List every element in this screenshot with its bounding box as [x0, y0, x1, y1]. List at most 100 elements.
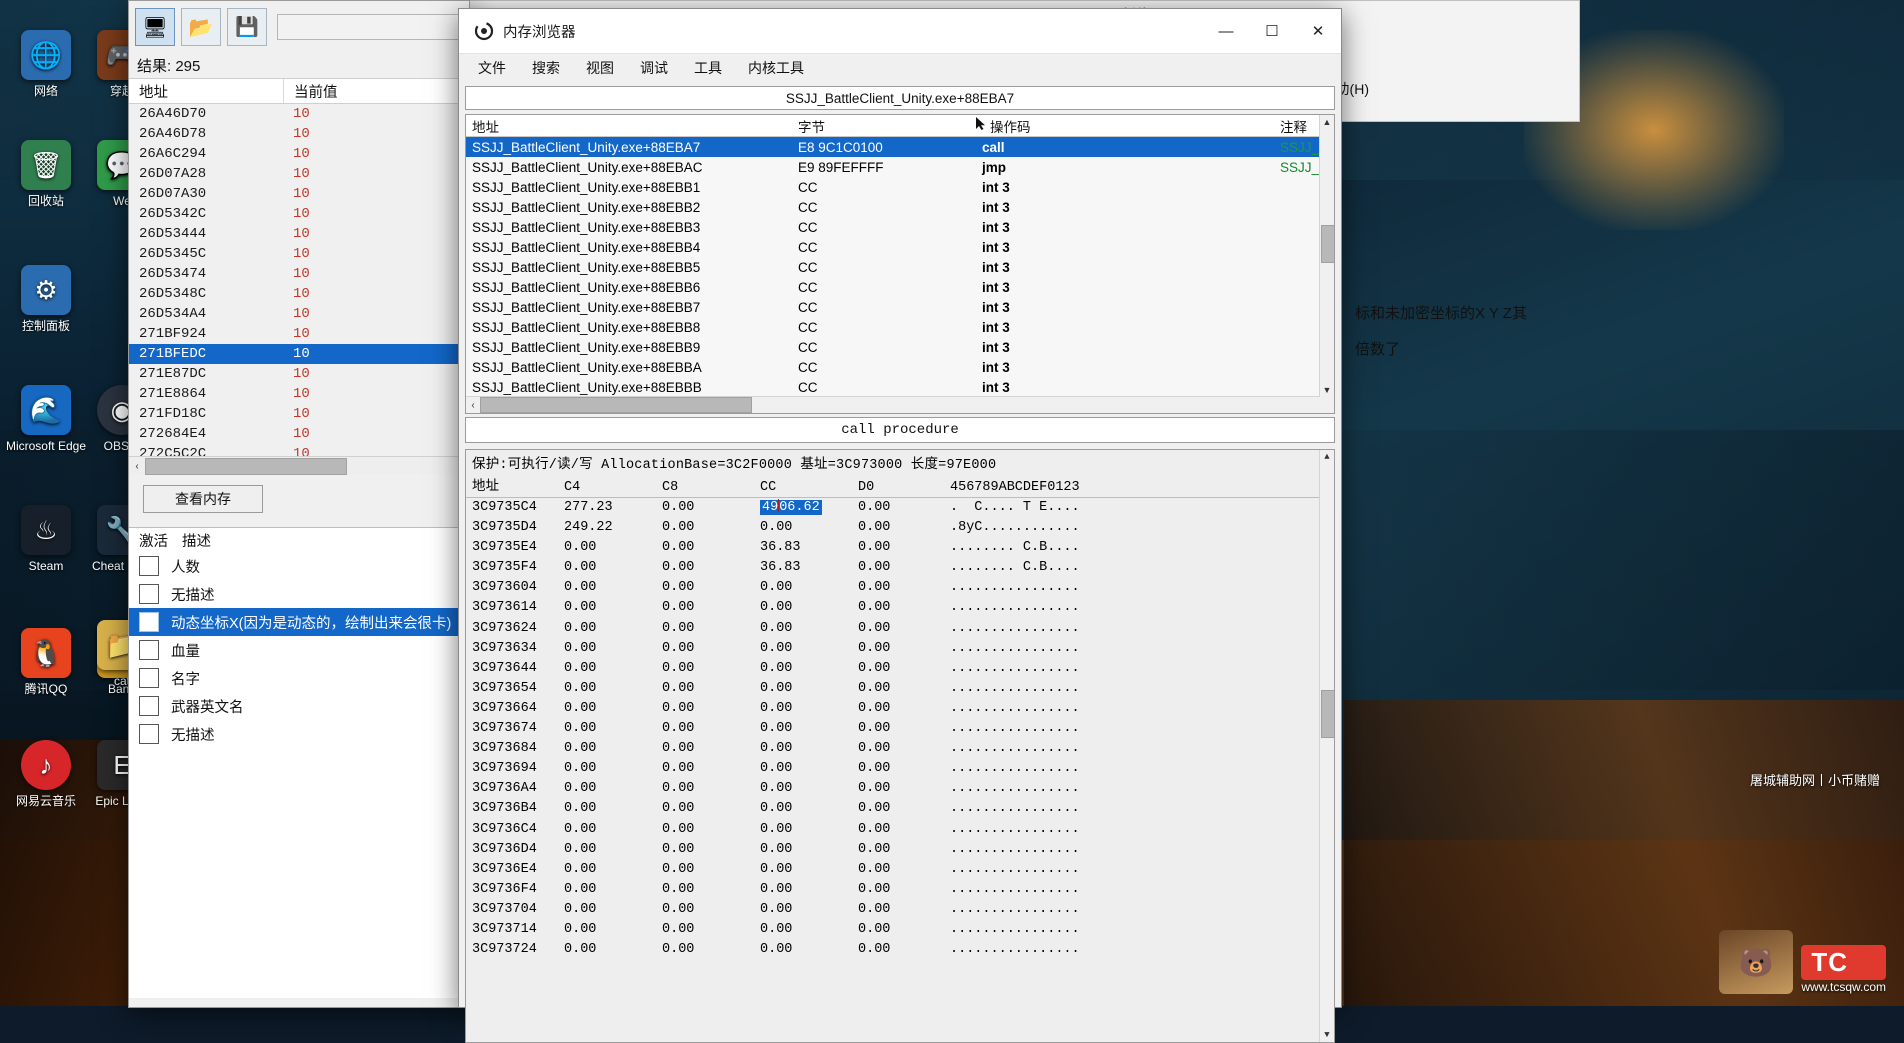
hex-value-cc[interactable]: 36.83: [760, 538, 858, 558]
cheat-table-row[interactable]: 无描述: [129, 580, 469, 608]
scroll-thumb[interactable]: [1321, 225, 1334, 263]
hex-value-c8[interactable]: 0.00: [662, 880, 760, 900]
hexview-row[interactable]: 3C9736D4 0.00 0.00 0.00 0.00................: [466, 840, 1334, 860]
hexview-row[interactable]: 3C973624 0.00 0.00 0.00 0.00................: [466, 619, 1334, 639]
hex-value-c4[interactable]: 0.00: [564, 699, 662, 719]
hex-cell-selected[interactable]: 4906.62: [760, 499, 822, 515]
hex-value-d0[interactable]: 0.00: [858, 920, 950, 940]
hex-value-cc[interactable]: 0.00: [760, 639, 858, 659]
current-address-bar[interactable]: SSJJ_BattleClient_Unity.exe+88EBA7: [465, 86, 1335, 110]
hex-value-c4[interactable]: 0.00: [564, 920, 662, 940]
cheat-table-row[interactable]: 无描述: [129, 720, 469, 748]
process-name-field[interactable]: [277, 14, 463, 40]
scroll-down-arrow[interactable]: ▼: [1320, 383, 1334, 397]
address-list-row[interactable]: 271E87DC 10: [129, 364, 469, 384]
disassembler-row[interactable]: SSJJ_BattleClient_Unity.exe+88EBAC E9 89F…: [466, 157, 1334, 177]
hex-value-cc[interactable]: 0.00: [760, 900, 858, 920]
cheat-table-row[interactable]: 武器英文名: [129, 692, 469, 720]
scroll-up-arrow[interactable]: ▲: [1320, 115, 1334, 129]
disassembler-row[interactable]: SSJJ_BattleClient_Unity.exe+88EBB1 CC int …: [466, 177, 1334, 197]
hex-value-cc[interactable]: 0.00: [760, 840, 858, 860]
hex-value-c4[interactable]: 0.00: [564, 679, 662, 699]
hex-value-cc[interactable]: 0.00: [760, 799, 858, 819]
hex-value-cc[interactable]: 0.00: [760, 518, 858, 538]
hexview-row[interactable]: 3C9736B4 0.00 0.00 0.00 0.00................: [466, 799, 1334, 819]
hex-value-c8[interactable]: 0.00: [662, 900, 760, 920]
disassembler-panel[interactable]: 地址 字节 操作码 注释 SSJJ_BattleClient_Unity.exe…: [465, 114, 1335, 414]
hex-value-c8[interactable]: 0.00: [662, 920, 760, 940]
address-list-row[interactable]: 271BFEDC 10: [129, 344, 469, 364]
hex-value-c4[interactable]: 0.00: [564, 860, 662, 880]
hex-value-c4[interactable]: 0.00: [564, 659, 662, 679]
memory-viewer-titlebar[interactable]: 内存浏览器 — ☐ ✕: [459, 9, 1341, 54]
address-list-row[interactable]: 26D07A28 10: [129, 164, 469, 184]
address-list-row[interactable]: 26D5345C 10: [129, 244, 469, 264]
hex-value-d0[interactable]: 0.00: [858, 558, 950, 578]
address-list-row[interactable]: 26D534A4 10: [129, 304, 469, 324]
activate-checkbox[interactable]: [139, 640, 159, 660]
activate-checkbox[interactable]: [139, 584, 159, 604]
hex-value-d0[interactable]: 0.00: [858, 860, 950, 880]
address-list-row[interactable]: 26D53444 10: [129, 224, 469, 244]
hexview-row[interactable]: 3C9736A4 0.00 0.00 0.00 0.00................: [466, 779, 1334, 799]
disassembler-vscrollbar[interactable]: ▲ ▼: [1319, 115, 1334, 413]
hex-value-cc[interactable]: 0.00: [760, 820, 858, 840]
menu-item-5[interactable]: 内核工具: [745, 56, 807, 80]
hex-value-cc[interactable]: 0.00: [760, 940, 858, 960]
cheat-table-row[interactable]: 血量: [129, 636, 469, 664]
address-result-list[interactable]: 26A46D70 10 26A46D78 10 26A6C294 10 26D07A28 10…: [129, 104, 469, 456]
hex-value-c8[interactable]: 0.00: [662, 518, 760, 538]
save-file-button[interactable]: 💾: [227, 8, 267, 46]
hex-value-c4[interactable]: 0.00: [564, 799, 662, 819]
hex-value-c4[interactable]: 0.00: [564, 739, 662, 759]
hex-value-c4[interactable]: 0.00: [564, 820, 662, 840]
hex-value-c4[interactable]: 0.00: [564, 619, 662, 639]
hexview-row[interactable]: 3C9735E4 0.00 0.00 36.83 0.00........ C.B...…: [466, 538, 1334, 558]
hex-value-c8[interactable]: 0.00: [662, 799, 760, 819]
hex-value-c4[interactable]: 249.22: [564, 518, 662, 538]
memory-viewer-menubar[interactable]: 文件 搜索 视图 调试 工具 内核工具: [459, 54, 1341, 82]
hex-value-c4[interactable]: 0.00: [564, 900, 662, 920]
cheat-engine-window[interactable]: 🖥 📂 💾 结果: 295 地址 当前值 26A46D70 10 26A46D78 1…: [128, 0, 470, 1008]
hex-value-c4[interactable]: 0.00: [564, 940, 662, 960]
hex-value-c8[interactable]: 0.00: [662, 578, 760, 598]
hexview-vscrollbar[interactable]: ▲ ▼: [1319, 450, 1334, 1042]
hex-value-c8[interactable]: 0.00: [662, 840, 760, 860]
disassembler-row[interactable]: SSJJ_BattleClient_Unity.exe+88EBBA CC int …: [466, 357, 1334, 377]
hex-value-c8[interactable]: 0.00: [662, 820, 760, 840]
hex-value-c4[interactable]: 0.00: [564, 558, 662, 578]
hex-value-c8[interactable]: 0.00: [662, 538, 760, 558]
hexview-row[interactable]: 3C9735D4 249.22 0.00 0.00 0.00.8yC..........…: [466, 518, 1334, 538]
scroll-left-arrow[interactable]: ‹: [129, 461, 145, 472]
disassembler-row[interactable]: SSJJ_BattleClient_Unity.exe+88EBB8 CC int …: [466, 317, 1334, 337]
disassembler-hscrollbar[interactable]: ‹: [466, 396, 1320, 413]
hexview-rows[interactable]: 3C9735C4 277.23 0.00 4906.62 0.00. C.... T E…: [466, 498, 1334, 960]
hex-value-c4[interactable]: 0.00: [564, 840, 662, 860]
hex-value-cc[interactable]: 0.00: [760, 619, 858, 639]
scroll-thumb[interactable]: [480, 397, 752, 413]
cheat-table-row[interactable]: 动态坐标X(因为是动态的，绘制出来会很卡): [129, 608, 469, 636]
hex-value-d0[interactable]: 0.00: [858, 639, 950, 659]
scroll-thumb[interactable]: [1321, 690, 1334, 738]
hex-value-d0[interactable]: 0.00: [858, 498, 950, 518]
hex-value-d0[interactable]: 0.00: [858, 820, 950, 840]
hex-value-d0[interactable]: 0.00: [858, 699, 950, 719]
cheat-table-rows[interactable]: 人数 无描述 动态坐标X(因为是动态的，绘制出来会很卡) 血量 名字 武器英文名 无描述: [129, 552, 469, 748]
hex-value-c4[interactable]: 0.00: [564, 639, 662, 659]
desktop-icon-control-panel[interactable]: ⚙ 控制面板: [0, 265, 92, 333]
menu-item-2[interactable]: 视图: [583, 56, 617, 80]
hexview-row[interactable]: 3C973614 0.00 0.00 0.00 0.00................: [466, 598, 1334, 618]
hex-value-d0[interactable]: 0.00: [858, 719, 950, 739]
close-button[interactable]: ✕: [1295, 9, 1341, 53]
desktop-icon-microsoft-edge[interactable]: 🌊 Microsoft Edge: [0, 385, 92, 453]
hex-value-d0[interactable]: 0.00: [858, 799, 950, 819]
activate-checkbox[interactable]: [139, 696, 159, 716]
cheat-table-row[interactable]: 名字: [129, 664, 469, 692]
address-list-row[interactable]: 26D53474 10: [129, 264, 469, 284]
disassembler-rows[interactable]: SSJJ_BattleClient_Unity.exe+88EBA7 E8 9C1…: [466, 137, 1334, 397]
hexview-row[interactable]: 3C9736C4 0.00 0.00 0.00 0.00................: [466, 820, 1334, 840]
scroll-down-arrow[interactable]: ▼: [1320, 1028, 1334, 1042]
hex-value-c8[interactable]: 0.00: [662, 699, 760, 719]
hex-value-cc[interactable]: 0.00: [760, 699, 858, 719]
hexview-row[interactable]: 3C973714 0.00 0.00 0.00 0.00................: [466, 920, 1334, 940]
